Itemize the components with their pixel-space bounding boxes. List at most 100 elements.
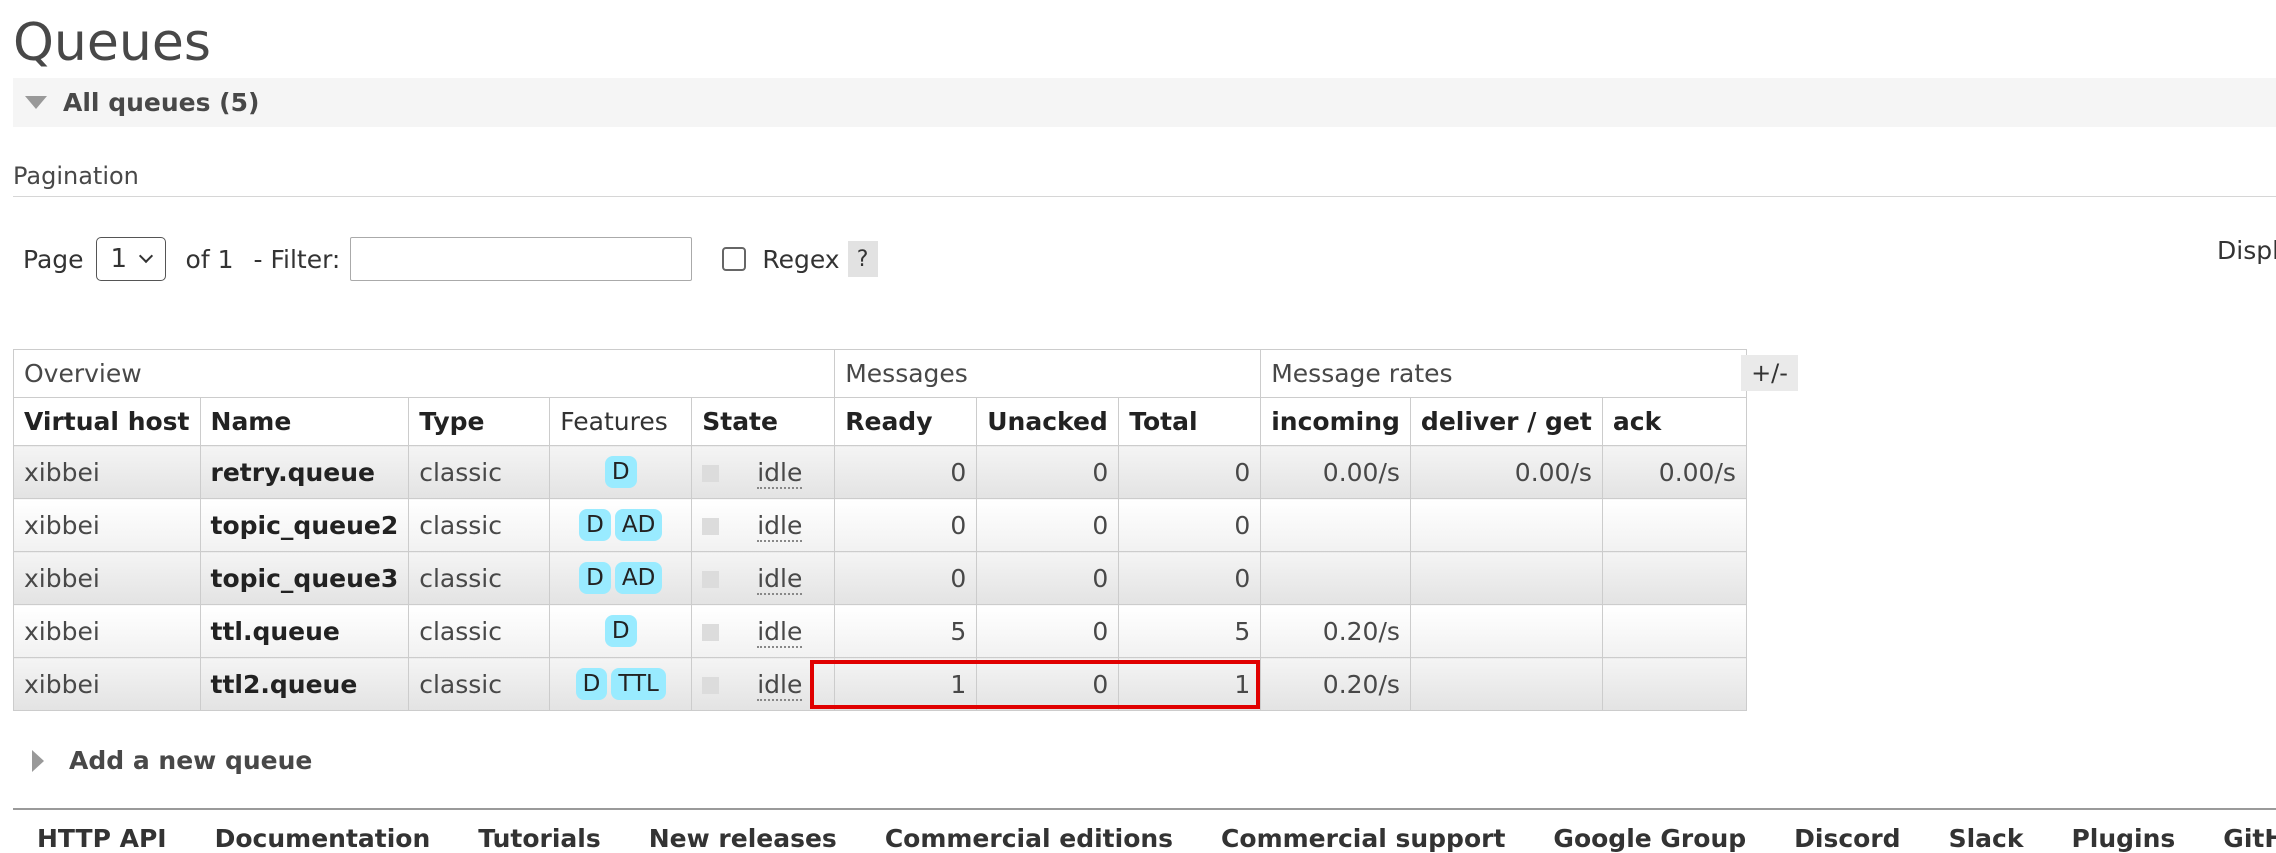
divider — [13, 196, 2276, 197]
regex-checkbox[interactable] — [722, 247, 747, 271]
cell-vhost: xibbei — [13, 604, 201, 658]
cell-incoming: 0.20/s — [1260, 604, 1411, 658]
state-text: idle — [757, 510, 803, 542]
all-queues-label: All queues (5) — [63, 88, 260, 117]
footer-links: HTTP API Documentation Tutorials New rel… — [37, 824, 2276, 853]
footer-link[interactable]: Documentation — [215, 824, 431, 853]
cell-state: idle — [691, 445, 836, 499]
cell-ack: 0.00/s — [1601, 445, 1747, 499]
queue-name-link[interactable]: ttl.queue — [199, 604, 410, 658]
cell-ack — [1601, 498, 1747, 552]
state-indicator-icon — [702, 518, 720, 535]
col-header-incoming[interactable]: incoming — [1260, 397, 1411, 446]
col-header-unacked[interactable]: Unacked — [976, 397, 1120, 446]
state-indicator-icon — [702, 465, 720, 482]
all-queues-toggle[interactable]: All queues (5) — [13, 78, 2276, 127]
cell-ready: 1 — [834, 657, 978, 711]
cell-ack — [1601, 604, 1747, 658]
table-row: xibbei retry.queue classic D idle 0 0 0 … — [13, 445, 1747, 499]
table-row: xibbei ttl.queue classic D idle 5 0 5 0.… — [13, 604, 1747, 658]
feature-badge: TTL — [611, 668, 666, 700]
cell-features: D AD — [549, 498, 693, 552]
col-header-ack[interactable]: ack — [1601, 397, 1747, 446]
queue-name-link[interactable]: topic_queue3 — [199, 551, 410, 605]
footer-link[interactable]: Commercial support — [1221, 824, 1505, 853]
footer-link[interactable]: Slack — [1949, 824, 2024, 853]
regex-help-button[interactable]: ? — [847, 241, 878, 277]
add-queue-toggle[interactable]: Add a new queue — [32, 746, 312, 775]
cell-unacked: 0 — [976, 657, 1120, 711]
cell-deliver-get — [1409, 657, 1603, 711]
cell-type: classic — [408, 445, 551, 499]
cell-features: D — [549, 604, 693, 658]
footer-link[interactable]: Google Group — [1553, 824, 1746, 853]
col-header-name[interactable]: Name — [199, 397, 410, 446]
table-row: xibbei topic_queue2 classic D AD idle 0 0… — [13, 498, 1747, 552]
cell-type: classic — [408, 498, 551, 552]
col-header-type[interactable]: Type — [408, 397, 551, 446]
state-text: idle — [757, 457, 803, 489]
triangle-right-icon — [32, 749, 44, 772]
cell-ready: 0 — [834, 551, 978, 605]
page-title: Queues — [13, 13, 211, 73]
page-count-label: of 1 — [185, 244, 234, 274]
cell-total: 5 — [1118, 604, 1262, 658]
add-queue-label: Add a new queue — [69, 746, 313, 775]
cell-type: classic — [408, 604, 551, 658]
footer-link[interactable]: New releases — [649, 824, 837, 853]
feature-badge: AD — [614, 562, 663, 594]
page-label: Page — [23, 244, 84, 274]
footer-link[interactable]: Commercial editions — [885, 824, 1173, 853]
column-toggle-button[interactable]: +/- — [1741, 355, 1798, 391]
col-header-total[interactable]: Total — [1118, 397, 1262, 446]
queue-name-link[interactable]: ttl2.queue — [199, 657, 410, 711]
queue-name-link[interactable]: retry.queue — [199, 445, 410, 499]
cell-incoming: 0.00/s — [1260, 445, 1411, 499]
cell-state: idle — [691, 657, 836, 711]
cell-unacked: 0 — [976, 551, 1120, 605]
regex-label: Regex — [762, 244, 840, 274]
filter-label: - Filter: — [253, 244, 341, 274]
cell-total: 0 — [1118, 445, 1262, 499]
col-header-state[interactable]: State — [691, 397, 836, 446]
cell-incoming — [1260, 551, 1411, 605]
page-select[interactable]: 1 — [95, 237, 166, 281]
footer-divider — [13, 808, 2276, 810]
cell-total: 0 — [1118, 498, 1262, 552]
col-header-deliver-get[interactable]: deliver / get — [1409, 397, 1603, 446]
table-row: xibbei topic_queue3 classic D AD idle 0 0… — [13, 551, 1747, 605]
table-row: xibbei ttl2.queue classic D TTL idle 1 0 … — [13, 657, 1747, 711]
cell-ready: 0 — [834, 445, 978, 499]
col-header-features: Features — [549, 397, 693, 446]
chevron-down-icon — [139, 248, 154, 264]
filter-input[interactable] — [350, 237, 693, 281]
page-select-value: 1 — [110, 244, 128, 274]
queue-name-link[interactable]: topic_queue2 — [199, 498, 410, 552]
cell-deliver-get: 0.00/s — [1409, 445, 1603, 499]
pagination-controls: Page 1 of 1 - Filter: Regex ? — [23, 236, 878, 282]
cell-deliver-get — [1409, 551, 1603, 605]
footer-link[interactable]: HTTP API — [37, 824, 167, 853]
cell-vhost: xibbei — [13, 551, 201, 605]
cell-state: idle — [691, 604, 836, 658]
group-header-overview: Overview — [12, 349, 836, 398]
feature-badge: D — [575, 668, 608, 700]
queues-table: Overview Messages Message rates Virtual … — [12, 349, 1747, 711]
cell-features: D AD — [549, 551, 693, 605]
cell-incoming: 0.20/s — [1260, 657, 1411, 711]
cell-total: 1 — [1118, 657, 1262, 711]
cell-type: classic — [408, 551, 551, 605]
col-header-virtual-host[interactable]: Virtual host — [13, 397, 201, 446]
cell-features: D TTL — [549, 657, 693, 711]
cell-deliver-get — [1409, 604, 1603, 658]
group-header-messages: Messages — [834, 349, 1262, 398]
footer-link[interactable]: Tutorials — [478, 824, 600, 853]
cell-total: 0 — [1118, 551, 1262, 605]
pagination-label: Pagination — [13, 162, 139, 190]
footer-link[interactable]: Discord — [1794, 824, 1900, 853]
footer-link[interactable]: Plugins — [2071, 824, 2175, 853]
state-indicator-icon — [702, 624, 720, 641]
col-header-ready[interactable]: Ready — [834, 397, 978, 446]
triangle-down-icon — [25, 96, 47, 109]
footer-link[interactable]: GitHub — [2223, 824, 2276, 853]
